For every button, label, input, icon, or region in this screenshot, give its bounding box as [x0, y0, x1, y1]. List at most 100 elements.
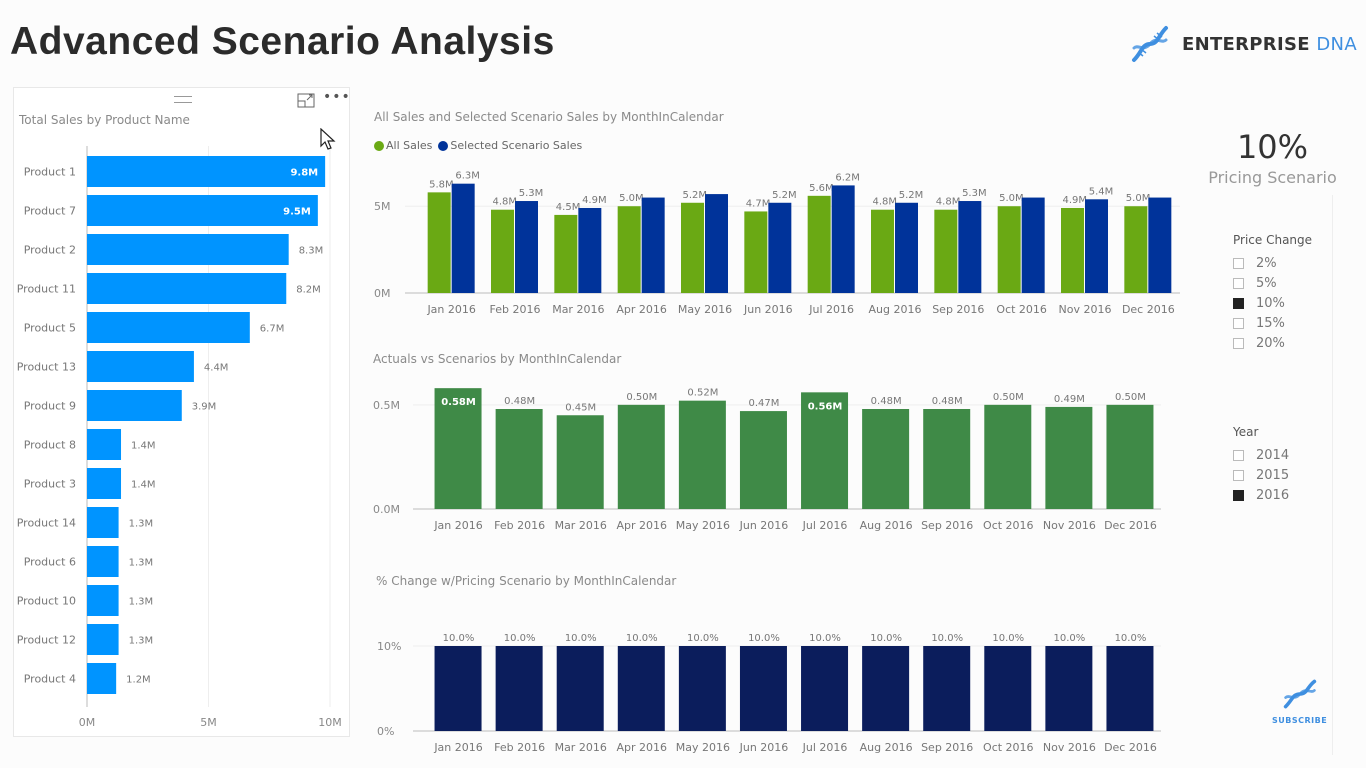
slicer-item[interactable]: 10%: [1233, 293, 1312, 313]
bar: [997, 206, 1021, 293]
slicer-item-label: 15%: [1256, 315, 1285, 331]
checkbox[interactable]: [1233, 469, 1244, 481]
checkbox[interactable]: [1233, 337, 1244, 349]
category-label: Product 4: [24, 673, 76, 686]
bar: [87, 624, 119, 655]
x-tick-label: Feb 2016: [494, 519, 545, 532]
data-label: 1.4M: [131, 441, 156, 452]
x-tick-label: Jan 2016: [433, 519, 482, 532]
slicer-item[interactable]: 20%: [1233, 333, 1312, 353]
data-label: 1.3M: [129, 558, 154, 569]
data-label: 10.0%: [443, 633, 475, 644]
bar: [495, 646, 543, 731]
kpi-value: 10%: [1236, 128, 1309, 166]
x-tick-label: Jul 2016: [802, 519, 848, 532]
pct-change-chart: 0% 10% Jan 2016 Feb 2016 Mar 2016 Apr 2016 May…: [377, 633, 1161, 754]
checkbox[interactable]: [1233, 317, 1244, 329]
data-label: 10.0%: [1115, 633, 1147, 644]
bar: [556, 646, 604, 731]
bar: [87, 156, 326, 187]
checkbox[interactable]: [1233, 277, 1244, 289]
data-label: 0.56M: [808, 401, 843, 412]
bar: [87, 663, 117, 694]
x-tick-label: Aug 2016: [860, 741, 913, 754]
slicer-item[interactable]: 2015: [1233, 465, 1289, 485]
x-tick-label: May 2016: [676, 519, 730, 532]
price-change-slicer: Price Change 2% 5% 10% 15% 20%: [1233, 233, 1312, 353]
slicer-title: Year: [1233, 425, 1259, 439]
year-slicer: Year 2014 2015 2016: [1233, 425, 1289, 505]
data-label: 0.48M: [504, 396, 535, 407]
bar: [1106, 646, 1154, 731]
checkbox[interactable]: [1233, 449, 1244, 461]
y-tick-label: 0%: [377, 725, 394, 738]
product-sales-visual[interactable]: ••• Total Sales by Product Name 0M 5M 10M P…: [13, 87, 350, 737]
data-label: 10.0%: [1053, 633, 1085, 644]
bar: [739, 646, 787, 731]
bar: [491, 209, 514, 293]
bar: [831, 185, 855, 293]
category-label: Product 9: [24, 400, 76, 413]
slicer-item[interactable]: 2%: [1233, 253, 1312, 273]
slicer-item[interactable]: 5%: [1233, 273, 1312, 293]
data-label: 3.9M: [192, 402, 217, 413]
legend-marker-scenario-sales: [438, 140, 449, 151]
category-label: Product 2: [24, 244, 76, 257]
bar: [87, 351, 194, 382]
x-tick-label: Aug 2016: [869, 303, 922, 316]
x-tick-label: Apr 2016: [616, 303, 667, 316]
chart-title: All Sales and Selected Scenario Sales by…: [374, 110, 724, 124]
bar: [862, 409, 910, 509]
bar: [958, 201, 982, 293]
x-tick-label: May 2016: [676, 741, 730, 754]
category-label: Product 7: [24, 205, 76, 218]
data-label: 9.5M: [283, 207, 311, 218]
bar: [934, 209, 958, 293]
y-tick-label: 0M: [374, 287, 391, 300]
category-label: Product 14: [17, 517, 76, 530]
slicer-item[interactable]: 2016: [1233, 485, 1289, 505]
data-label: 6.2M: [835, 172, 860, 183]
bar: [87, 585, 119, 616]
data-label: 0.50M: [993, 392, 1024, 403]
slicer-item[interactable]: 15%: [1233, 313, 1312, 333]
logo-text: ENTERPRISE: [1182, 33, 1310, 55]
subscribe-button[interactable]: SUBSCRIBE: [1272, 676, 1327, 725]
data-label: 5.4M: [1089, 186, 1114, 197]
category-label: Product 11: [17, 283, 76, 296]
page-title: Advanced Scenario Analysis: [10, 20, 555, 63]
data-label: 4.5M: [556, 202, 581, 213]
slicer-item[interactable]: 2014: [1233, 445, 1289, 465]
slicer-item-label: 2%: [1256, 255, 1277, 271]
category-label: Product 13: [17, 361, 76, 374]
data-label: 8.3M: [299, 246, 324, 257]
bar: [705, 194, 728, 293]
x-tick-label: Jul 2016: [802, 741, 848, 754]
data-label: 6.3M: [455, 171, 480, 182]
bar: [1106, 404, 1154, 509]
data-label: 0.45M: [565, 402, 596, 413]
bar: [1045, 406, 1093, 509]
y-tick-label: 0.0M: [373, 503, 400, 516]
data-label: 10.0%: [565, 633, 597, 644]
bar: [801, 646, 849, 731]
bar: [744, 211, 768, 293]
divider: [1332, 195, 1333, 755]
checkbox[interactable]: [1233, 257, 1244, 269]
x-tick-label: Sep 2016: [921, 519, 973, 532]
x-tick-label: Mar 2016: [552, 303, 604, 316]
y-tick-label: 5M: [374, 200, 391, 213]
x-tick-label: Sep 2016: [921, 741, 973, 754]
bar: [87, 429, 122, 460]
bar: [984, 404, 1032, 509]
bar: [739, 411, 787, 509]
x-tick-label: Jul 2016: [808, 303, 854, 316]
slicer-item-label: 2014: [1256, 447, 1290, 463]
checkbox[interactable]: [1233, 297, 1244, 309]
checkbox[interactable]: [1233, 489, 1244, 501]
y-tick-label: 0.5M: [373, 399, 400, 412]
data-label: 6.7M: [260, 324, 285, 335]
x-tick-label: 10M: [318, 716, 342, 729]
bar: [554, 214, 578, 293]
bar: [515, 201, 538, 293]
